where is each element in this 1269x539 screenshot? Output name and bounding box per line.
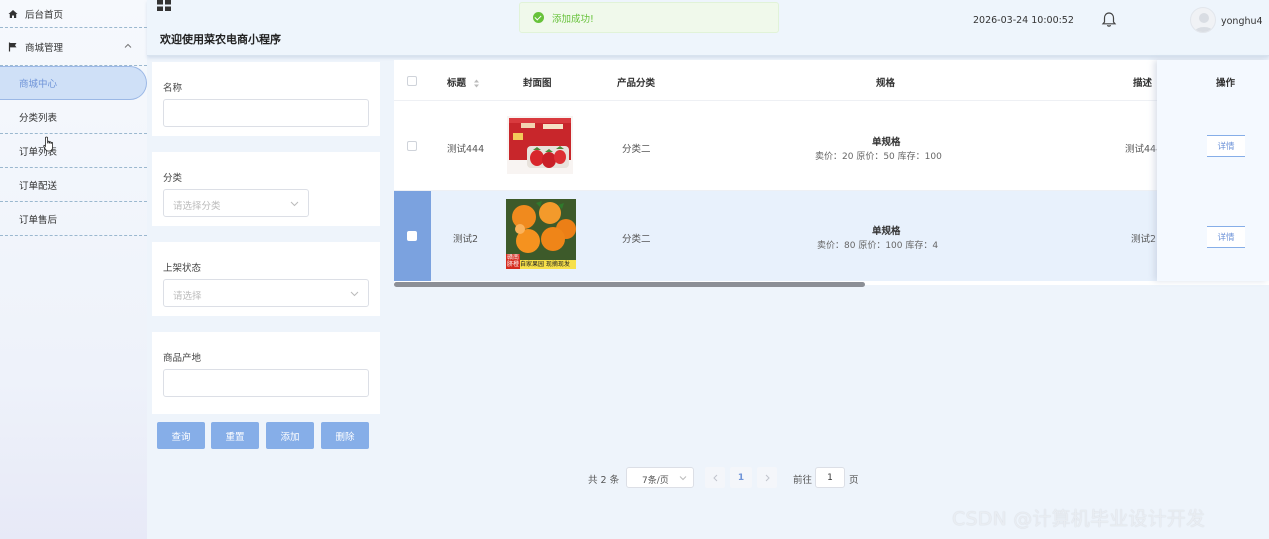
search-panel-name: 名称 [152, 62, 380, 136]
sidebar-item-after-sales[interactable]: 订单售后 [0, 202, 147, 236]
success-toast: 添加成功! [519, 2, 779, 33]
row-spec-name: 单规格 [872, 226, 901, 237]
operation-column: 操作 详情 详情 [1157, 60, 1269, 281]
sidebar-item-order-list[interactable]: 订单列表 [0, 134, 147, 168]
pagination-total: 共 2 条 [588, 475, 620, 486]
column-header-title[interactable]: 标题 [447, 75, 480, 89]
sidebar-item-mall-center[interactable]: 商城中心 [0, 66, 147, 100]
table-row[interactable]: 测试2 赣南 脐橙 自家果园 现摘现发 分类二 单规格 卖价：80 原价：100… [394, 191, 1269, 281]
category-select[interactable]: 请选择分类 [163, 189, 309, 217]
strawberry-box-image [507, 116, 573, 174]
prev-page-button[interactable] [705, 467, 725, 488]
status-label: 上架状态 [163, 263, 202, 274]
page-number-current[interactable]: 1 [730, 467, 752, 488]
row-checkbox[interactable] [407, 231, 417, 241]
sidebar-item-label: 订单售后 [19, 214, 58, 226]
sidebar-item-label: 分类列表 [19, 112, 58, 124]
row-category: 分类二 [622, 234, 651, 245]
status-placeholder: 请选择 [173, 291, 202, 302]
name-label: 名称 [163, 83, 183, 94]
search-panel-category: 分类 请选择分类 [152, 152, 380, 226]
sidebar-item-home[interactable]: 后台首页 [0, 0, 147, 28]
flag-icon [8, 42, 17, 51]
sidebar-item-category-list[interactable]: 分类列表 [0, 100, 147, 134]
cover-caption-left: 赣南 脐橙 [506, 254, 520, 269]
column-header-cover: 封面图 [523, 78, 552, 89]
detail-button[interactable]: 详情 [1207, 135, 1245, 157]
goto-page-input[interactable]: 1 [815, 467, 845, 488]
search-panel-status: 上架状态 请选择 [152, 242, 380, 316]
success-check-icon [533, 12, 544, 23]
hand-cursor-icon [43, 136, 53, 152]
sidebar-item-label: 后台首页 [25, 9, 64, 21]
row-checkbox[interactable] [407, 141, 417, 151]
table-row[interactable]: 测试444 分类二 单规格 卖价：20 原价：50 库存：100 测试444 [394, 100, 1269, 191]
product-table: 标题 封面图 产品分类 规格 描述 测试444 分类二 单规格 卖价：20 原价… [394, 60, 1269, 287]
datetime-display: 2026-03-24 10:00:52 [973, 15, 1074, 26]
chevron-right-icon [765, 474, 770, 481]
column-header-desc: 描述 [1133, 78, 1153, 89]
chevron-down-icon [350, 291, 359, 297]
chevron-left-icon [712, 474, 717, 481]
home-icon [8, 9, 18, 18]
toast-message: 添加成功! [552, 13, 594, 25]
name-input[interactable] [163, 99, 369, 127]
sidebar-group-mall[interactable]: 商城管理 [0, 28, 147, 66]
column-header-op: 操作 [1216, 78, 1236, 89]
origin-input[interactable] [163, 369, 369, 397]
select-all-checkbox[interactable] [407, 76, 417, 86]
delete-button[interactable]: 删除 [321, 422, 369, 449]
chevron-up-icon [124, 43, 132, 48]
category-label: 分类 [163, 173, 183, 184]
category-placeholder: 请选择分类 [173, 201, 221, 212]
row-spec-detail: 卖价：20 原价：50 库存：100 [815, 152, 942, 162]
row-title: 测试2 [453, 234, 479, 245]
column-header-spec: 规格 [876, 78, 896, 89]
status-select[interactable]: 请选择 [163, 279, 369, 307]
row-desc: 测试2 [1131, 234, 1157, 245]
page-size-select[interactable]: 7条/页 [626, 467, 694, 488]
reset-button[interactable]: 重置 [211, 422, 259, 449]
row-category: 分类二 [622, 144, 651, 155]
horizontal-scrollbar[interactable] [394, 282, 865, 287]
chevron-down-icon [679, 476, 687, 481]
column-header-category: 产品分类 [617, 78, 656, 89]
search-panel-origin: 商品产地 [152, 332, 380, 414]
sidebar-item-label: 订单配送 [19, 180, 58, 192]
sidebar-group-label: 商城管理 [25, 42, 64, 54]
bell-icon[interactable] [1101, 11, 1117, 28]
grid-menu-icon[interactable] [157, 0, 171, 11]
page-size-value: 7条/页 [642, 476, 669, 486]
username[interactable]: yonghu4 [1221, 16, 1263, 27]
row-spec-name: 单规格 [872, 137, 901, 148]
origin-label: 商品产地 [163, 353, 202, 364]
add-button[interactable]: 添加 [266, 422, 314, 449]
user-silhouette-icon [1194, 13, 1214, 32]
sort-icon[interactable] [473, 79, 480, 88]
sidebar-item-order-delivery[interactable]: 订单配送 [0, 168, 147, 202]
sidebar: 后台首页 商城管理 商城中心 分类列表 订单列表 订单配送 订单售后 [0, 0, 147, 539]
chevron-down-icon [290, 201, 299, 207]
orange-image: 赣南 脐橙 自家果园 现摘现发 [506, 199, 576, 269]
row-title: 测试444 [447, 144, 485, 155]
goto-suffix: 页 [849, 475, 859, 486]
goto-prefix: 前往 [793, 475, 813, 486]
detail-button[interactable]: 详情 [1207, 226, 1245, 248]
cover-caption: 自家果园 现摘现发 [520, 260, 576, 269]
query-button[interactable]: 查询 [157, 422, 205, 449]
row-spec-detail: 卖价：80 原价：100 库存：4 [817, 241, 939, 251]
avatar[interactable] [1190, 7, 1216, 33]
next-page-button[interactable] [757, 467, 777, 488]
sidebar-item-label: 商城中心 [19, 79, 58, 90]
watermark: CSDN @计算机毕业设计开发 [952, 508, 1206, 530]
page-title: 欢迎使用菜农电商小程序 [160, 33, 281, 46]
